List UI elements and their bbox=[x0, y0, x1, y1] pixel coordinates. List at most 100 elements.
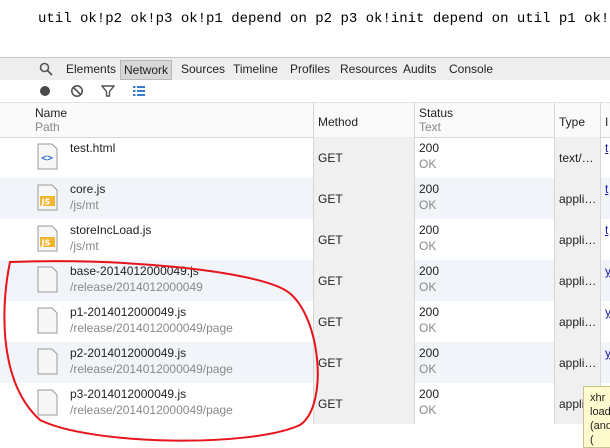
filter-icon[interactable] bbox=[101, 84, 115, 98]
column-status-subtitle: Text bbox=[419, 120, 442, 134]
js-file-icon: JS bbox=[37, 184, 58, 211]
request-path: /js/mt bbox=[70, 198, 99, 212]
table-row[interactable]: p3-2014012000049.js /release/20140120000… bbox=[0, 383, 610, 424]
search-icon[interactable] bbox=[39, 62, 53, 76]
request-status: 200 bbox=[419, 264, 440, 278]
devtools-panel: Elements Network Sources Timeline Profil… bbox=[0, 50, 610, 448]
initiator-tooltip: xhr load (and ( bbox=[583, 386, 610, 448]
request-method: GET bbox=[318, 356, 343, 370]
request-status-text: OK bbox=[419, 239, 437, 253]
table-row[interactable]: <> test.html GET 200 OK text/… t bbox=[0, 137, 610, 178]
request-initiator-link[interactable]: t bbox=[605, 141, 608, 155]
request-type: text/… bbox=[559, 151, 594, 165]
request-type: appli… bbox=[559, 315, 597, 329]
page-output: util ok!p2 ok!p3 ok!p1 depend on p2 p3 o… bbox=[0, 0, 610, 50]
request-type: appli… bbox=[559, 233, 597, 247]
column-header-type[interactable]: Type bbox=[555, 103, 601, 137]
request-path: /release/2014012000049/page bbox=[70, 362, 233, 376]
column-header-method[interactable]: Method bbox=[314, 103, 415, 137]
column-status-title: Status bbox=[419, 106, 454, 120]
tooltip-line: xhr bbox=[590, 392, 606, 404]
request-method: GET bbox=[318, 233, 343, 247]
request-status: 200 bbox=[419, 223, 440, 237]
page-output-text: util ok!p2 ok!p3 ok!p1 depend on p2 p3 o… bbox=[38, 11, 610, 27]
request-status-text: OK bbox=[419, 157, 437, 171]
js-file-icon: JS bbox=[37, 225, 58, 252]
table-row[interactable]: p2-2014012000049.js /release/20140120000… bbox=[0, 342, 610, 383]
request-name: p3-2014012000049.js bbox=[70, 387, 187, 401]
blank-file-icon bbox=[37, 348, 58, 375]
tab-audits[interactable]: Audits bbox=[403, 62, 436, 76]
column-method-title: Method bbox=[318, 115, 359, 129]
list-view-icon[interactable] bbox=[132, 84, 146, 98]
request-status-text: OK bbox=[419, 280, 437, 294]
network-table-header: Name Path Method Status Text Type I bbox=[0, 102, 610, 138]
column-header-status[interactable]: Status Text bbox=[415, 103, 555, 137]
request-status-text: OK bbox=[419, 321, 437, 335]
tab-sources[interactable]: Sources bbox=[181, 62, 225, 76]
tooltip-line: load bbox=[590, 406, 610, 418]
request-type: appli… bbox=[559, 356, 597, 370]
request-name: storeIncLoad.js bbox=[70, 223, 152, 237]
network-toolbar bbox=[0, 80, 610, 102]
svg-text:JS: JS bbox=[41, 239, 51, 248]
request-status: 200 bbox=[419, 182, 440, 196]
request-status: 200 bbox=[419, 346, 440, 360]
request-method: GET bbox=[318, 397, 343, 411]
request-name: base-2014012000049.js bbox=[70, 264, 199, 278]
table-row[interactable]: p1-2014012000049.js /release/20140120000… bbox=[0, 301, 610, 342]
request-method: GET bbox=[318, 151, 343, 165]
request-status-text: OK bbox=[419, 403, 437, 417]
column-name-title: Name bbox=[35, 106, 68, 120]
request-path: /release/2014012000049 bbox=[70, 280, 203, 294]
request-name: p1-2014012000049.js bbox=[70, 305, 187, 319]
clear-icon[interactable] bbox=[70, 84, 84, 98]
tooltip-line: ( bbox=[590, 434, 594, 446]
request-method: GET bbox=[318, 315, 343, 329]
request-initiator-link[interactable]: y bbox=[605, 264, 610, 278]
tab-console[interactable]: Console bbox=[449, 62, 493, 76]
request-type: appli bbox=[559, 397, 585, 411]
table-row[interactable]: JS core.js /js/mt GET 200 OK appli… t bbox=[0, 178, 610, 219]
tab-timeline[interactable]: Timeline bbox=[233, 62, 278, 76]
html-file-icon: <> bbox=[37, 143, 58, 170]
svg-text:<>: <> bbox=[41, 153, 53, 164]
request-method: GET bbox=[318, 274, 343, 288]
request-path: /release/2014012000049/page bbox=[70, 403, 233, 417]
blank-file-icon bbox=[37, 266, 58, 293]
request-type: appli… bbox=[559, 274, 597, 288]
request-path: /release/2014012000049/page bbox=[70, 321, 233, 335]
request-status: 200 bbox=[419, 305, 440, 319]
request-type: appli… bbox=[559, 192, 597, 206]
blank-file-icon bbox=[37, 307, 58, 334]
request-status-text: OK bbox=[419, 198, 437, 212]
table-row[interactable]: base-2014012000049.js /release/201401200… bbox=[0, 260, 610, 301]
tooltip-line: (and bbox=[590, 420, 610, 432]
request-name: p2-2014012000049.js bbox=[70, 346, 187, 360]
request-status-text: OK bbox=[419, 362, 437, 376]
record-icon[interactable] bbox=[38, 84, 52, 98]
request-status: 200 bbox=[419, 141, 440, 155]
tab-network[interactable]: Network bbox=[120, 60, 173, 80]
column-type-title: Type bbox=[559, 115, 586, 129]
tab-resources[interactable]: Resources bbox=[340, 62, 397, 76]
request-name: core.js bbox=[70, 182, 106, 196]
tab-profiles[interactable]: Profiles bbox=[290, 62, 330, 76]
request-path: /js/mt bbox=[70, 239, 99, 253]
column-initiator-title: I bbox=[605, 115, 609, 129]
column-header-name[interactable]: Name Path bbox=[0, 103, 314, 137]
column-header-initiator[interactable]: I bbox=[601, 103, 610, 137]
column-name-subtitle: Path bbox=[35, 120, 60, 134]
devtools-tab-bar: Elements Network Sources Timeline Profil… bbox=[0, 57, 610, 81]
request-initiator-link[interactable]: y bbox=[605, 305, 610, 319]
request-method: GET bbox=[318, 192, 343, 206]
blank-file-icon bbox=[37, 389, 58, 416]
request-status: 200 bbox=[419, 387, 440, 401]
svg-text:JS: JS bbox=[41, 198, 51, 207]
request-initiator-link[interactable]: y bbox=[605, 346, 610, 360]
request-initiator-link[interactable]: t bbox=[605, 182, 608, 196]
tab-elements[interactable]: Elements bbox=[66, 62, 116, 76]
request-initiator-link[interactable]: t bbox=[605, 223, 608, 237]
table-row[interactable]: JS storeIncLoad.js /js/mt GET 200 OK app… bbox=[0, 219, 610, 260]
request-name: test.html bbox=[70, 141, 116, 155]
